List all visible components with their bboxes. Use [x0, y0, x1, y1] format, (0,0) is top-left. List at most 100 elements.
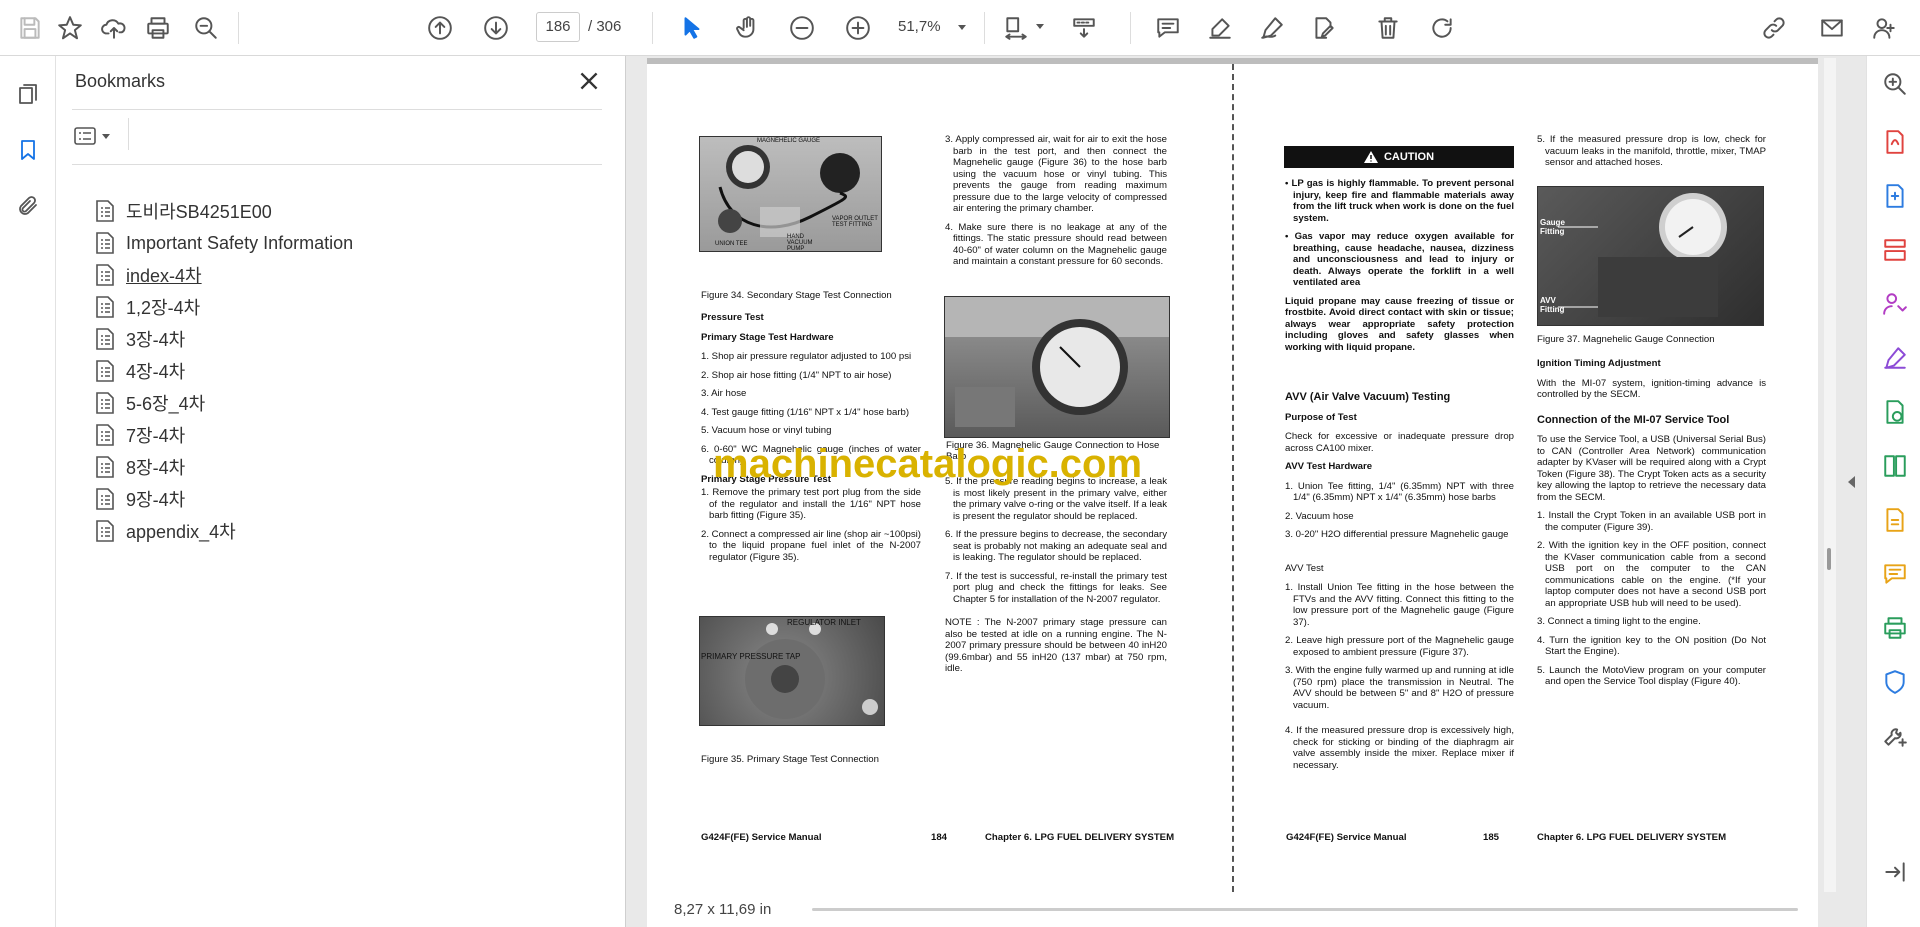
bookmarks-panel: Bookmarks 도비라SB4251E00 Important Safety I… — [56, 56, 626, 927]
comment-icon[interactable] — [1150, 10, 1186, 46]
bookmark-item[interactable]: 8장-4차 — [94, 452, 185, 482]
scroll-mode-icon[interactable] — [1066, 10, 1102, 46]
select-cursor-icon[interactable] — [674, 10, 710, 46]
bookmark-item[interactable]: 5-6장_4차 — [94, 388, 205, 418]
acrobat-window: 186 / 306 51,7% Bookmarks 도비라SB4251E00 I… — [0, 0, 1920, 927]
account-icon[interactable] — [1866, 10, 1902, 46]
bookmark-page-icon — [96, 456, 114, 478]
left-navigation-rail — [0, 56, 56, 927]
bookmark-item[interactable]: 3장-4차 — [94, 324, 185, 354]
bookmark-item[interactable]: 도비라SB4251E00 — [94, 196, 272, 226]
bookmark-page-icon — [96, 264, 114, 286]
compare-icon[interactable] — [1879, 450, 1911, 482]
figure-label: UNION TEE — [715, 241, 748, 247]
figure-label: VAPOR OUTLET TEST FITTING — [832, 216, 878, 228]
horizontal-scrollbar[interactable] — [812, 908, 1798, 911]
list-item: 5. Vacuum hose or vinyl tubing — [701, 425, 832, 436]
bookmark-item[interactable]: index-4차 — [94, 260, 202, 290]
share-icon[interactable] — [1879, 288, 1911, 320]
warning-icon — [1363, 151, 1378, 163]
scan-ocr-icon[interactable] — [1879, 504, 1911, 536]
chevron-down-icon[interactable] — [958, 25, 966, 30]
bookmark-item[interactable]: appendix_4차 — [94, 516, 236, 546]
upload-icon[interactable] — [96, 10, 132, 46]
page-up-icon[interactable] — [422, 10, 458, 46]
bookmark-item[interactable]: 1,2장-4차 — [94, 292, 200, 322]
protect-icon[interactable] — [1879, 666, 1911, 698]
figure-36-photo — [944, 296, 1170, 438]
star-icon[interactable] — [52, 10, 88, 46]
pdf-spread: MAGNEHELIC GAUGE VAPOR OUTLET TEST FITTI… — [647, 58, 1818, 892]
highlight-icon[interactable] — [1202, 10, 1238, 46]
comment-tool-icon[interactable] — [1879, 558, 1911, 590]
expand-tools-icon[interactable] — [1848, 476, 1855, 488]
page-thumbnails-icon[interactable] — [10, 76, 46, 112]
list-item: • Gas vapor may reduce oxygen available … — [1285, 231, 1514, 288]
caution-label: CAUTION — [1383, 151, 1435, 163]
list-item: 1. Install the Crypt Token in an availab… — [1537, 510, 1766, 533]
list-item: • LP gas is highly flammable. To prevent… — [1285, 178, 1514, 224]
page-total: / 306 — [588, 18, 622, 35]
section-heading: Primary Stage Test Hardware — [701, 331, 834, 343]
zoom-icon[interactable] — [1879, 68, 1911, 100]
page-footer-title: G424F(FE) Service Manual — [701, 832, 822, 843]
bookmark-item[interactable]: 9장-4차 — [94, 484, 185, 514]
list-item: 3. Apply compressed air, wait for air to… — [945, 134, 1167, 214]
print-icon[interactable] — [140, 10, 176, 46]
vertical-scrollbar[interactable] — [1824, 58, 1836, 892]
zoom-search-icon[interactable] — [188, 10, 224, 46]
list-options-icon — [74, 127, 96, 145]
edit-icon[interactable] — [1306, 10, 1342, 46]
page-number-input[interactable]: 186 — [536, 12, 580, 42]
delete-icon[interactable] — [1370, 10, 1406, 46]
bookmark-item[interactable]: 7장-4차 — [94, 420, 185, 450]
bookmark-page-icon — [96, 488, 114, 510]
list-item: 1. Install Union Tee fitting in the hose… — [1285, 582, 1514, 628]
attachment-icon[interactable] — [10, 188, 46, 224]
sign-icon[interactable] — [1254, 10, 1290, 46]
export-pdf-icon[interactable] — [1879, 180, 1911, 212]
collapse-tools-icon[interactable] — [1879, 856, 1911, 888]
right-page-col1: AVV (Air Valve Vacuum) Testing Purpose o… — [1285, 391, 1514, 778]
page-down-icon[interactable] — [478, 10, 514, 46]
left-page-col2: 3. Apply compressed air, wait for air to… — [945, 134, 1167, 275]
bookmarks-title: Bookmarks — [75, 71, 166, 91]
vertical-scroll-thumb[interactable] — [1827, 548, 1831, 570]
more-tools-icon[interactable] — [1879, 720, 1911, 752]
link-icon[interactable] — [1756, 10, 1792, 46]
paragraph: Check for excessive or inadequate pressu… — [1285, 431, 1514, 454]
hand-icon[interactable] — [730, 10, 766, 46]
create-pdf-icon[interactable] — [1879, 126, 1911, 158]
bookmark-options-button[interactable] — [74, 121, 122, 151]
page-footer-chapter: Chapter 6. LPG FUEL DELIVERY SYSTEM — [1537, 832, 1727, 843]
figure-caption: Figure 34. Secondary Stage Test Connecti… — [701, 290, 892, 301]
list-item: 2. Connect a compressed air line (shop a… — [701, 528, 921, 563]
bookmark-page-icon — [96, 392, 114, 414]
right-page-col2a: 5. If the measured pressure drop is low,… — [1537, 134, 1766, 176]
list-item: 1. Union Tee fitting, 1/4" (6.35mm) NPT … — [1285, 480, 1514, 504]
organize-pages-icon[interactable] — [1879, 234, 1911, 266]
bookmark-label: Important Safety Information — [126, 232, 354, 253]
bookmark-item[interactable]: Important Safety Information — [94, 228, 353, 258]
bookmark-label: 5-6장_4차 — [126, 394, 206, 414]
print-production-icon[interactable] — [1879, 612, 1911, 644]
mail-icon[interactable] — [1814, 10, 1850, 46]
page-footer-title: G424F(FE) Service Manual — [1286, 832, 1407, 843]
fill-sign-icon[interactable] — [1879, 342, 1911, 374]
zoom-in-icon[interactable] — [840, 10, 876, 46]
bookmark-icon[interactable] — [10, 132, 46, 168]
save-icon[interactable] — [12, 10, 48, 46]
bookmark-page-icon — [96, 360, 114, 382]
rotate-icon[interactable] — [1424, 10, 1460, 46]
zoom-out-icon[interactable] — [784, 10, 820, 46]
list-item: 4. Make sure there is no leakage at any … — [945, 221, 1167, 268]
section-heading: Connection of the MI-07 Service Tool — [1537, 413, 1730, 426]
bookmark-item[interactable]: 4장-4차 — [94, 356, 185, 386]
close-icon[interactable] — [576, 68, 602, 94]
bookmark-label: 8장-4차 — [126, 458, 186, 478]
fit-page-icon[interactable] — [998, 10, 1034, 46]
send-for-review-icon[interactable] — [1879, 396, 1911, 428]
chevron-down-icon[interactable] — [1036, 24, 1044, 29]
list-item: 7. If the test is successful, re-install… — [945, 570, 1167, 605]
page-size-indicator: 8,27 x 11,69 in — [674, 901, 772, 918]
